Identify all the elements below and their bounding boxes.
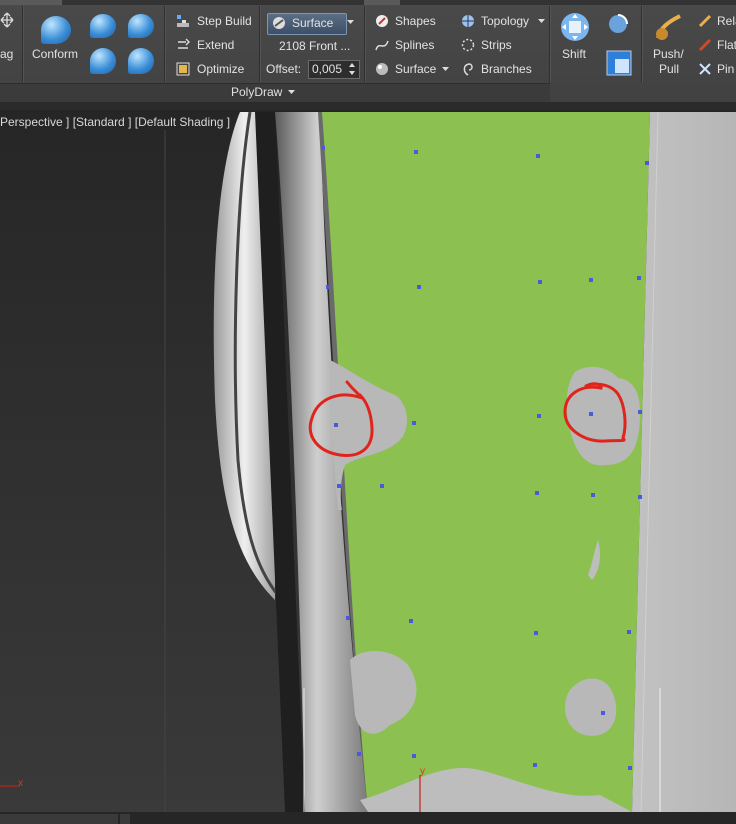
viewport-label[interactable]: Perspective ] [Standard ] [Default Shadi…	[0, 115, 230, 129]
surface-target-name: 2108 Front ...	[279, 39, 351, 53]
axis-x-label: x	[18, 778, 23, 789]
shapes-icon	[376, 15, 388, 27]
splines-button[interactable]: Splines	[395, 38, 434, 52]
push-pull-button-line2[interactable]: Pull	[659, 62, 679, 76]
ribbon-tab-strip	[0, 0, 736, 5]
conform-move-icon[interactable]	[128, 14, 154, 38]
axis-y-label: y	[420, 766, 425, 777]
surface-icon	[376, 63, 388, 75]
spinner-arrows-icon[interactable]	[348, 62, 356, 76]
chevron-down-icon[interactable]	[347, 20, 354, 25]
status-strip	[0, 812, 736, 824]
relax-icon	[698, 14, 712, 28]
surface-pick-icon	[273, 17, 285, 29]
push-pull-button-line1[interactable]: Push/	[653, 47, 684, 61]
optimize-button[interactable]: Optimize	[197, 62, 244, 76]
offset-label: Offset:	[266, 62, 302, 76]
chevron-down-icon[interactable]	[538, 19, 545, 24]
extend-button[interactable]: Extend	[197, 38, 234, 52]
perspective-viewport[interactable]	[0, 110, 736, 824]
move-icon[interactable]	[0, 12, 14, 28]
shift-button[interactable]: Shift	[562, 47, 586, 61]
viewport-scene	[0, 110, 736, 824]
push-pull-icon[interactable]	[654, 12, 684, 42]
branches-icon	[463, 63, 473, 76]
tool-label-partial[interactable]: ag	[0, 47, 13, 61]
conform-brush-icon[interactable]	[90, 14, 116, 38]
pinch-button[interactable]: Pin	[717, 62, 734, 76]
strips-button[interactable]: Strips	[481, 38, 512, 52]
offset-value[interactable]: 0,005	[312, 62, 342, 76]
topology-icon	[462, 15, 474, 27]
branches-button[interactable]: Branches	[481, 62, 532, 76]
extend-icon	[178, 38, 190, 49]
splines-icon	[375, 40, 389, 51]
chevron-down-icon[interactable]	[442, 67, 449, 72]
rotate-icon[interactable]	[606, 12, 630, 36]
step-build-button[interactable]: Step Build	[197, 14, 252, 28]
conform-icon[interactable]	[41, 16, 71, 44]
conform-pull-icon[interactable]	[128, 48, 154, 74]
step-build-icon	[177, 15, 189, 27]
conform-button[interactable]: Conform	[32, 47, 78, 61]
polydraw-group-label[interactable]: PolyDraw	[231, 85, 282, 99]
optimize-icon	[176, 62, 190, 76]
flatten-icon	[698, 38, 712, 52]
chevron-down-icon[interactable]	[288, 90, 295, 95]
flatten-button[interactable]: Flat	[717, 38, 736, 52]
shapes-button[interactable]: Shapes	[395, 14, 436, 28]
shift-icon[interactable]	[560, 12, 590, 42]
strips-icon	[461, 38, 475, 52]
pinch-icon	[699, 63, 711, 75]
scale-icon[interactable]	[606, 50, 632, 76]
relax-button[interactable]: Rela	[717, 14, 736, 28]
topology-button[interactable]: Topology	[481, 14, 529, 28]
surface-button[interactable]: Surface	[395, 62, 436, 76]
conform-relax-icon[interactable]	[90, 48, 116, 74]
surface-dropdown-value: Surface	[292, 16, 334, 30]
